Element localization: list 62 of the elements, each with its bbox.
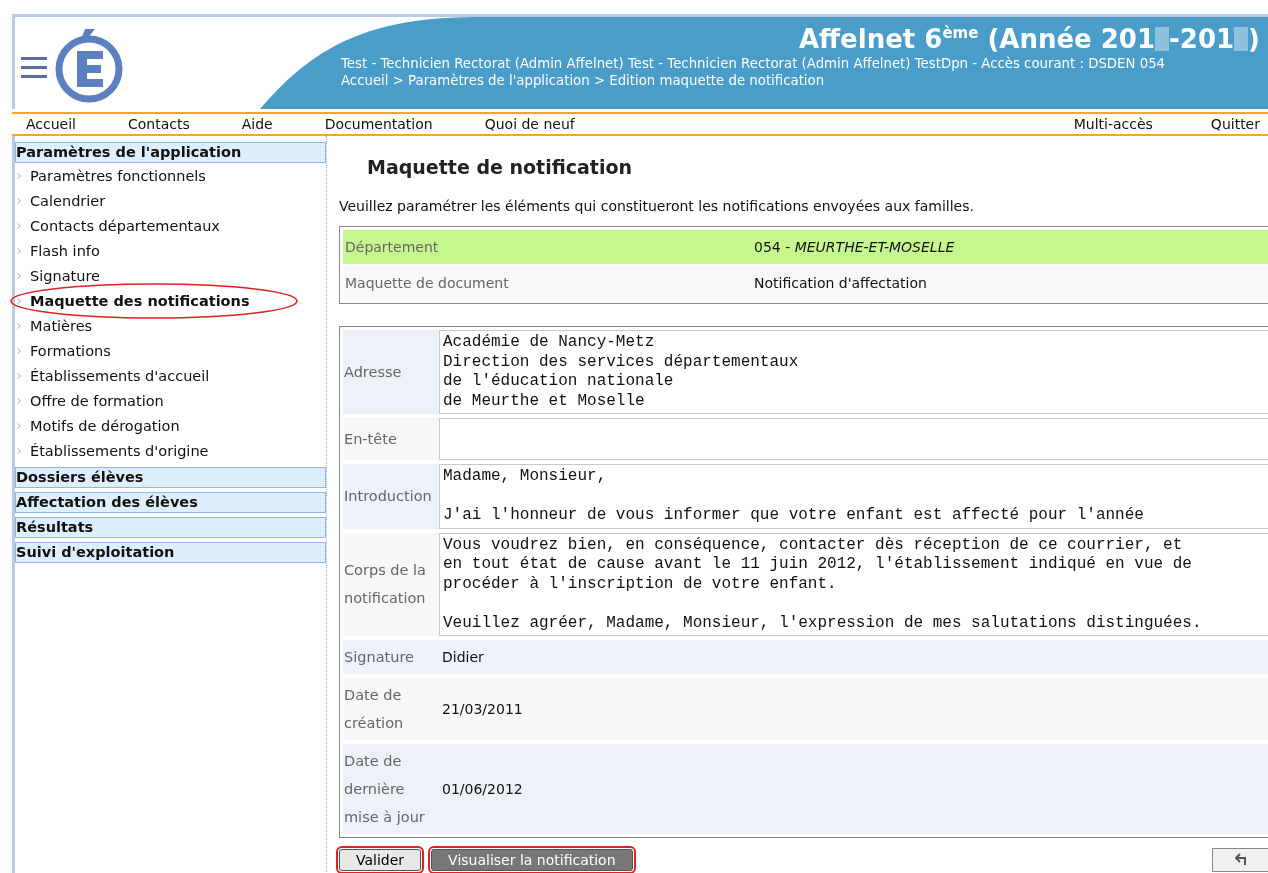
menu-link[interactable]: Quoi de neuf	[484, 116, 575, 132]
bullet-icon	[17, 422, 21, 429]
textarea-field[interactable]: Madame, Monsieur, J'ai l'honneur de vous informer que votre enfant est affecté pour l'année	[439, 464, 1268, 529]
bullet-icon	[17, 247, 21, 254]
sidebar-item[interactable]: Matières	[30, 317, 93, 334]
return-arrow-icon	[1235, 852, 1249, 865]
intro-text: Veuillez paramétrer les éléments qui constitueront les notifications envoyées aux familles.	[339, 198, 975, 214]
menu-link[interactable]: Multi-accès	[1073, 116, 1153, 132]
bullet-icon	[17, 297, 21, 304]
field-label: Maquette de document	[344, 275, 510, 291]
action-button[interactable]: Valider	[339, 849, 422, 871]
textarea-field[interactable]: Vous voudrez bien, en conséquence, contacter dès réception de ce courrier, et en tout état de cause avant le 11 juin 2012, l'établissement indiqué en vue de procéder à l'inscription de votre enfant. Veuillez agréer, Madame, Monsieur, l'expression de mes salutations distinguées.	[439, 532, 1268, 636]
menu-link[interactable]: Documentation	[324, 116, 433, 132]
bullet-icon	[17, 197, 21, 204]
sidebar-item[interactable]: Calendrier	[30, 192, 106, 209]
sidebar-item[interactable]: Offre de formation	[30, 392, 164, 409]
menu-link[interactable]: Aide	[241, 116, 273, 132]
field-label: Adresse	[343, 363, 403, 382]
sidebar-item[interactable]: Formations	[30, 342, 111, 359]
sidebar-item[interactable]: Flash info	[30, 242, 100, 259]
field-value: Didier	[441, 648, 485, 667]
menu-link[interactable]: Accueil	[26, 116, 76, 132]
sidebar-section[interactable]: Suivi d'exploitation	[15, 542, 326, 563]
field-value: Notification d'affectation	[753, 275, 927, 291]
bullet-icon	[17, 222, 21, 229]
textarea-field[interactable]: Académie de Nancy-Metz Direction des services départementaux de l'éducation nationale de Meurthe et Moselle	[439, 330, 1268, 414]
breadcrumb: Accueil > Paramètres de l'application > Edition maquette de notification	[341, 71, 826, 89]
field-label: Date de dernière mise à jour	[343, 752, 426, 827]
menu-link[interactable]: Quitter	[1210, 116, 1260, 132]
field-label: En-tête	[343, 430, 398, 449]
sidebar-item[interactable]: Établissements d'accueil	[30, 367, 210, 384]
sidebar-item[interactable]: Signature	[30, 267, 100, 284]
field-value: 21/03/2011	[441, 700, 524, 719]
sidebar-item[interactable]: Motifs de dérogation	[30, 417, 180, 434]
field-label: Introduction	[343, 487, 433, 507]
app-title: Affelnet 6$^{ème}$ (Année 201 -201 )	[797, 22, 1260, 55]
field-value: 054 - MEURTHE-ET-MOSELLE	[753, 239, 955, 255]
field-label: Département	[344, 239, 440, 255]
textarea-field[interactable]	[439, 418, 1268, 460]
bullet-icon	[17, 372, 21, 379]
bullet-icon	[17, 322, 21, 329]
bullet-icon	[17, 172, 21, 179]
bullet-icon	[17, 397, 21, 404]
bullet-icon	[17, 272, 21, 279]
sidebar-item[interactable]: Contacts départementaux	[30, 217, 220, 234]
sidebar-section[interactable]: Paramètres de l'application	[15, 142, 326, 163]
field-label: Date de création	[343, 686, 405, 733]
user-info: Test - Technicien Rectorat (Admin Affelnet) Test - Technicien Rectorat (Admin Affelnet) TestDpn - Accès courant : DSDEN 054	[341, 54, 1167, 72]
sidebar-item[interactable]: Établissements d'origine	[30, 442, 209, 459]
menu-link[interactable]: Contacts	[128, 116, 190, 132]
back-button[interactable]	[1212, 848, 1268, 872]
bullet-icon	[17, 447, 21, 454]
sidebar-item[interactable]: Paramètres fonctionnels	[30, 167, 206, 184]
field-label: Corps de la notification	[343, 561, 427, 609]
field-value: 01/06/2012	[441, 780, 524, 799]
page-title: Maquette de notification	[367, 156, 634, 178]
action-button[interactable]: Visualiser la notification	[431, 849, 633, 871]
field-label: Signature	[343, 648, 415, 667]
sidebar-section[interactable]: Affectation des élèves	[15, 492, 326, 513]
bullet-icon	[17, 347, 21, 354]
sidebar-section[interactable]: Dossiers élèves	[15, 467, 326, 488]
sidebar-section[interactable]: Résultats	[15, 517, 326, 538]
